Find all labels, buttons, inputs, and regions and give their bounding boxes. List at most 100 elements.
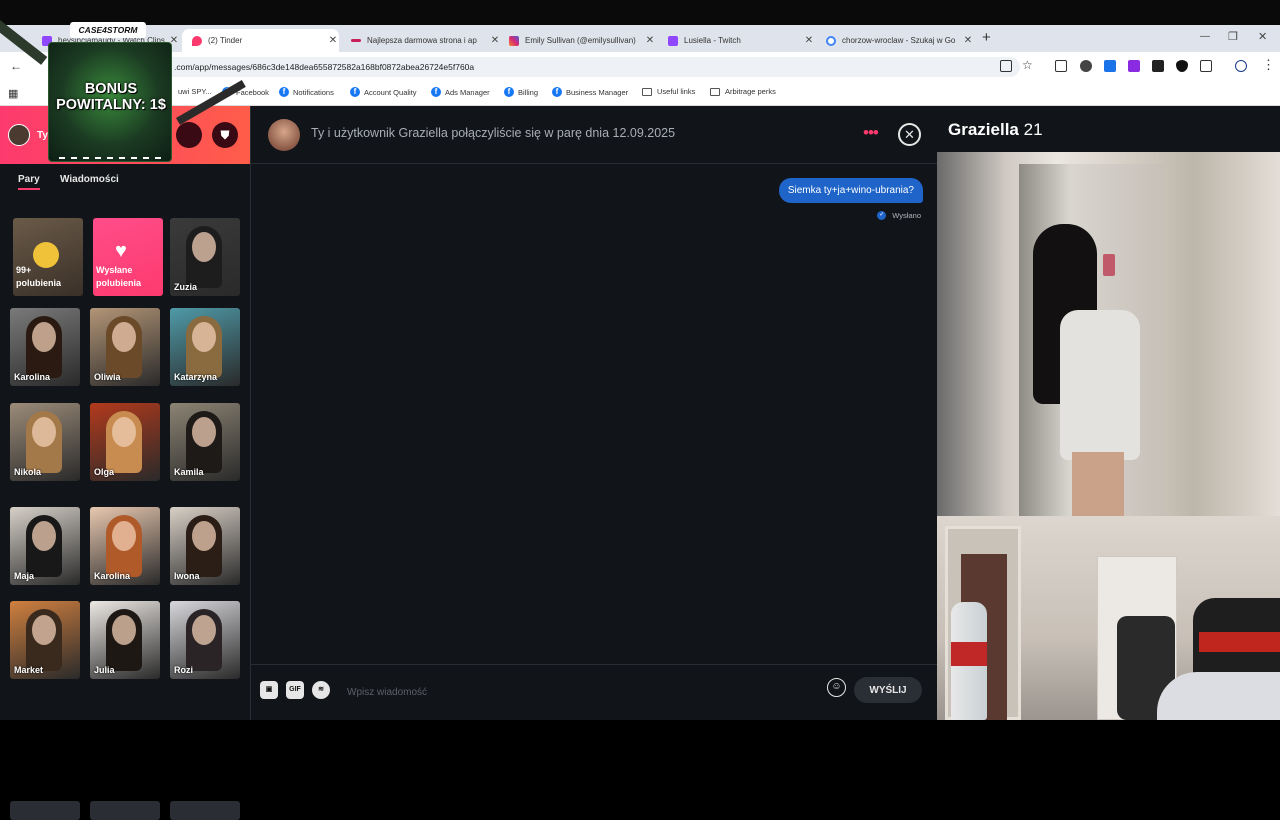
tab-najlepsza[interactable]: Najlepsza darmowa strona i ap ✕	[341, 29, 501, 52]
bookmark-arbitrage-perks[interactable]: Arbitrage perks	[710, 87, 776, 96]
safety-shield-button[interactable]: ⛊	[212, 122, 238, 148]
matches-sidebar: Ty ⛊ Pary Wiadomości 99+ polubienia ♥ Wy…	[0, 106, 250, 820]
maximize-icon[interactable]: ❐	[1228, 30, 1238, 43]
camera-extension-icon[interactable]	[1055, 60, 1067, 72]
match-card[interactable]: Rozi	[170, 601, 240, 679]
tab-title: Emily Sullivan (@emilysullivan)	[525, 36, 636, 45]
more-options-icon[interactable]: •••	[863, 123, 879, 143]
close-chat-button[interactable]: ✕	[898, 123, 921, 146]
address-bar: ← .com/app/messages/686c3de148dea6558725…	[0, 52, 1280, 82]
facebook-icon: f	[279, 87, 289, 97]
bookmark-spy[interactable]: uwi SPY...	[178, 87, 212, 96]
tab-lusiella-twitch[interactable]: Lusiella - Twitch ✕	[658, 29, 815, 52]
match-photo-face	[32, 521, 56, 551]
match-card[interactable]: Nikola	[10, 403, 80, 481]
match-photo-face	[192, 232, 216, 262]
bookmark-useful-links[interactable]: Useful links	[642, 87, 695, 96]
puzzle-icon[interactable]	[1200, 60, 1212, 72]
bookmark-star-icon[interactable]: ☆	[1022, 58, 1033, 72]
tab-google-search[interactable]: chorzow-wroclaw - Szukaj w Go ✕	[816, 29, 974, 52]
match-card[interactable]: Zuzia	[170, 218, 240, 296]
extension-dark-icon[interactable]	[1152, 60, 1164, 72]
match-name: Julia	[94, 665, 115, 675]
match-name: Rozi	[174, 665, 193, 675]
message-status: ✓ Wysłano	[877, 211, 921, 220]
promo-banner[interactable]: BONUS POWITALNY: 1$	[48, 42, 172, 162]
likes-count: 99+	[16, 265, 32, 275]
profile-photo[interactable]	[937, 152, 1280, 516]
profile-icon[interactable]	[1235, 60, 1247, 72]
match-card[interactable]: Julia	[90, 601, 160, 679]
close-icon[interactable]: ✕	[644, 35, 656, 46]
tab-title: (2) Tinder	[208, 36, 243, 45]
send-button[interactable]: WYŚLIJ	[854, 677, 922, 703]
bookmark-notifications[interactable]: f Notifications	[279, 87, 334, 97]
extension-icon[interactable]	[1080, 60, 1092, 72]
match-photo-face	[112, 615, 136, 645]
bookmark-business-manager[interactable]: f Business Manager	[552, 87, 628, 97]
match-card[interactable]: Iwona	[170, 507, 240, 585]
likes-card[interactable]: 99+ polubienia	[13, 218, 83, 296]
match-photo-face	[32, 417, 56, 447]
match-avatar[interactable]	[268, 119, 300, 151]
avatar[interactable]	[8, 124, 30, 146]
tab-instagram[interactable]: Emily Sullivan (@emilysullivan) ✕	[499, 29, 656, 52]
tab-tinder[interactable]: (2) Tinder ✕	[182, 29, 339, 52]
user-label[interactable]: Ty	[37, 130, 48, 141]
tab-bar: ⌄ heysinciamaudy - Watch Clips ✕ (2) Tin…	[0, 25, 1280, 52]
tab-title: Najlepsza darmowa strona i ap	[367, 36, 477, 45]
bookmark-billing[interactable]: f Billing	[504, 87, 538, 97]
match-card-placeholder[interactable]	[170, 801, 240, 820]
match-card[interactable]: Oliwia	[90, 308, 160, 386]
bookmark-account-quality[interactable]: f Account Quality	[350, 87, 417, 97]
match-card-placeholder[interactable]	[10, 801, 80, 820]
facebook-icon: f	[504, 87, 514, 97]
match-card[interactable]: Katarzyna	[170, 308, 240, 386]
window-close-icon[interactable]: ✕	[1258, 30, 1267, 43]
emoji-icon[interactable]: ☺	[827, 678, 846, 697]
sent-likes-card[interactable]: ♥ Wysłane polubienia	[93, 218, 163, 296]
message-input[interactable]	[347, 682, 807, 702]
spotify-icon[interactable]: ≋	[312, 681, 330, 699]
menu-kebab-icon[interactable]: ⋮	[1262, 57, 1275, 73]
extension-blue-icon[interactable]	[1104, 60, 1116, 72]
likes-label: polubienia	[16, 278, 61, 288]
match-card[interactable]: Maja	[10, 507, 80, 585]
gif-button[interactable]: GIF	[286, 681, 304, 699]
match-name: Karolina	[14, 372, 51, 382]
minimize-icon[interactable]: —	[1200, 31, 1210, 42]
extension-shield-icon[interactable]	[1176, 60, 1188, 72]
chat-panel: Ty i użytkownik Graziella połączyliście …	[250, 106, 938, 720]
match-name: Iwona	[174, 571, 200, 581]
instagram-icon	[509, 35, 519, 46]
explore-button[interactable]	[176, 122, 202, 148]
close-icon[interactable]: ✕	[803, 35, 815, 46]
tab-title: Lusiella - Twitch	[684, 36, 741, 45]
back-icon[interactable]: ←	[10, 59, 22, 73]
new-tab-button[interactable]: +	[982, 29, 991, 46]
match-card[interactable]: Karolina	[10, 308, 80, 386]
url-text: .com/app/messages/686c3de148dea655872582…	[174, 62, 475, 72]
tab-wiadomosci[interactable]: Wiadomości	[60, 174, 119, 185]
omnibox[interactable]: .com/app/messages/686c3de148dea655872582…	[150, 57, 1020, 77]
match-name: Katarzyna	[174, 372, 218, 382]
bookmark-ads-manager[interactable]: f Ads Manager	[431, 87, 490, 97]
match-photo-face	[192, 521, 216, 551]
match-card[interactable]: Olga	[90, 403, 160, 481]
photo-legs	[1072, 452, 1124, 516]
match-card[interactable]: Market	[10, 601, 80, 679]
message-bubble: Siemka ty+ja+wino-ubrania?	[778, 178, 923, 203]
close-icon[interactable]: ✕	[962, 35, 974, 46]
close-icon[interactable]: ✕	[327, 35, 339, 46]
match-card[interactable]: Karolina	[90, 507, 160, 585]
match-name: Market	[14, 665, 44, 675]
profile-name-text: Graziella	[948, 120, 1019, 139]
install-app-icon[interactable]	[1000, 60, 1012, 72]
tab-pary[interactable]: Pary	[18, 174, 40, 190]
apps-grid-icon[interactable]: ▦	[8, 87, 18, 100]
site-icon	[351, 39, 361, 42]
match-card-placeholder[interactable]	[90, 801, 160, 820]
contact-card-icon[interactable]: ▣	[260, 681, 278, 699]
extension-purple-icon[interactable]	[1128, 60, 1140, 72]
match-card[interactable]: Kamila	[170, 403, 240, 481]
